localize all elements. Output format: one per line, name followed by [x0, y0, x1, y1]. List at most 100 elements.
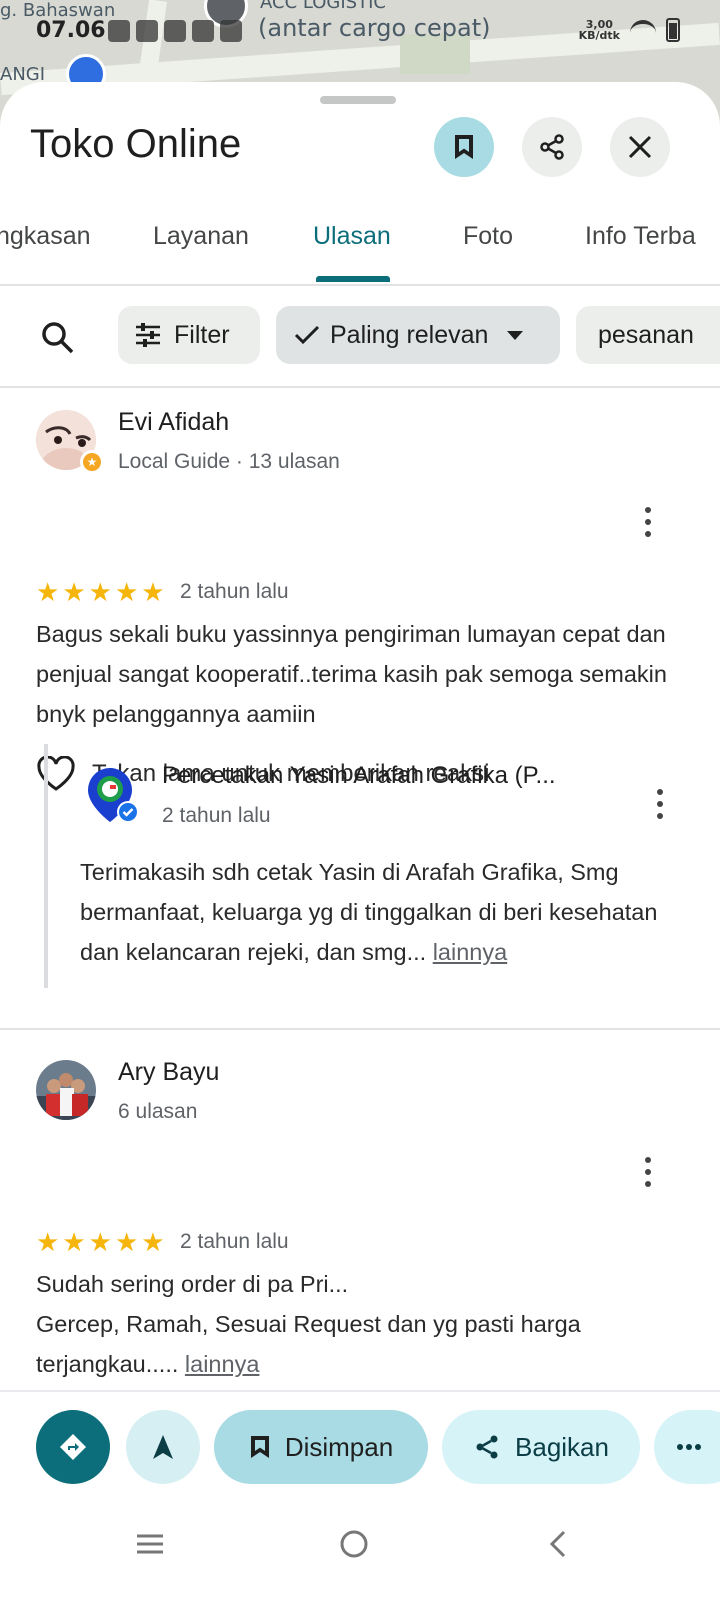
map-label: (antar cargo cepat) [258, 14, 491, 42]
review-date: 2 tahun lalu [180, 1230, 289, 1253]
system-nav-bar [0, 1500, 720, 1600]
review-more-options-button[interactable] [630, 500, 666, 544]
check-icon [294, 325, 320, 345]
owner-logo [84, 764, 142, 824]
notification-icons [108, 20, 242, 42]
star-icon: ★ [114, 1228, 139, 1258]
star-icon: ★ [36, 578, 60, 608]
status-bar: 07.06 (antar cargo cepat) 3,00 KB/dtk [0, 0, 720, 66]
home-button[interactable] [324, 1514, 384, 1574]
back-button[interactable] [528, 1514, 588, 1574]
more-horizontal-icon [677, 1444, 701, 1450]
network-speed: 3,00 KB/dtk [579, 19, 620, 41]
star-icon: ★ [62, 578, 86, 608]
owner-reply-date: 2 tahun lalu [162, 804, 271, 827]
tab-info-terbaru[interactable]: Info Terba [585, 222, 696, 251]
facebook-icon [108, 20, 130, 42]
saved-label: Disimpan [284, 1431, 394, 1462]
reviewer-name[interactable]: Ary Bayu [118, 1058, 219, 1087]
save-button[interactable] [434, 117, 494, 177]
owner-reply-text: Terimakasih sdh cetak Yasin di Arafah Gr… [80, 852, 690, 972]
directions-button[interactable] [36, 1410, 110, 1484]
review-card: ★ Evi Afidah Local Guide · 13 ulasan ★ ★… [0, 388, 720, 1028]
filter-chip[interactable]: Filter [118, 306, 260, 364]
navigation-arrow-icon [153, 1435, 173, 1459]
close-icon [628, 135, 652, 159]
topic-chip-pesanan[interactable]: pesanan [576, 306, 720, 364]
share-icon [540, 134, 564, 160]
drag-handle[interactable] [320, 96, 396, 104]
screenshot-icon [220, 20, 242, 42]
star-icon: ★ [36, 1228, 60, 1258]
star-icon: ★ [141, 1228, 165, 1258]
reply-more-options-button[interactable] [642, 782, 678, 826]
wifi-icon [630, 20, 656, 40]
topic-label: pesanan [598, 320, 694, 349]
star-icon: ★ [88, 578, 112, 608]
avatar[interactable] [36, 1060, 96, 1120]
more-link[interactable]: lainnya [433, 939, 507, 965]
share-button[interactable] [522, 117, 582, 177]
tab-foto[interactable]: Foto [463, 222, 513, 251]
review-filter-row: Filter Paling relevan pesanan [0, 288, 720, 388]
star-icon: ★ [88, 1228, 112, 1258]
review-text-line: Gercep, Ramah, Sesuai Request dan yg pas… [36, 1304, 686, 1384]
star-rating: ★ ★ ★ ★ ★ [36, 580, 165, 606]
business-logo-icon [88, 768, 139, 823]
owner-reply: Percetakan Yasin Arafah Grafika (P... 2 … [44, 744, 684, 988]
search-reviews-button[interactable] [38, 318, 82, 362]
review-text: Sudah sering order di pa Pri... Gercep, … [36, 1264, 686, 1384]
network-speed-unit: KB/dtk [578, 29, 620, 42]
review-date: 2 tahun lalu [180, 580, 289, 603]
tune-icon [136, 323, 160, 347]
sort-chip[interactable]: Paling relevan [276, 306, 560, 364]
battery-icon [666, 18, 680, 42]
bookmark-icon [250, 1436, 269, 1458]
close-button[interactable] [610, 117, 670, 177]
back-arrow-icon [549, 1530, 566, 1558]
share-action-button[interactable]: Bagikan [442, 1410, 640, 1484]
tab-layanan[interactable]: Layanan [153, 222, 249, 251]
mail-icon [136, 20, 158, 42]
recents-button[interactable] [120, 1514, 180, 1574]
review-text-line: Sudah sering order di pa Pri... [36, 1271, 349, 1297]
saved-button[interactable]: Disimpan [214, 1410, 428, 1484]
tab-ringkasan[interactable]: ngkasan [0, 222, 91, 251]
star-icon: ★ [62, 1228, 86, 1258]
chatgpt-icon [192, 20, 214, 42]
star-icon: ★ [114, 578, 139, 608]
directions-icon [60, 1434, 86, 1460]
active-tab-indicator [316, 276, 390, 282]
owner-name[interactable]: Percetakan Yasin Arafah Grafika (P... [162, 762, 556, 790]
review-text: Bagus sekali buku yassinnya pengiriman l… [36, 621, 667, 727]
share-label: Bagikan [515, 1431, 609, 1462]
app-icon [164, 20, 186, 42]
reviewer-name[interactable]: Evi Afidah [118, 408, 229, 437]
menu-icon [137, 1534, 163, 1554]
tab-bar: ngkasan Layanan Ulasan Foto Info Terba [0, 210, 720, 286]
reviewer-subtitle: 6 ulasan [118, 1100, 198, 1123]
star-icon: ★ [141, 578, 165, 608]
review-card: Ary Bayu 6 ulasan ★ ★ ★ ★ ★ 2 tahun lalu… [0, 1038, 720, 1438]
reviewer-subtitle: Local Guide · 13 ulasan [118, 450, 340, 473]
review-divider [0, 1028, 720, 1030]
start-navigation-button[interactable] [126, 1410, 200, 1484]
star-rating: ★ ★ ★ ★ ★ [36, 1230, 165, 1256]
search-icon [42, 322, 74, 354]
avatar-image [36, 1060, 96, 1120]
local-guide-badge: ★ [80, 450, 104, 474]
owner-reply-body: Terimakasih sdh cetak Yasin di Arafah Gr… [80, 859, 658, 965]
more-actions-button[interactable] [654, 1410, 720, 1484]
more-link[interactable]: lainnya [185, 1351, 259, 1377]
status-time: 07.06 [36, 18, 106, 43]
tab-ulasan[interactable]: Ulasan [313, 222, 391, 251]
home-circle-icon [340, 1530, 368, 1558]
review-more-options-button[interactable] [630, 1150, 666, 1194]
star-badge-icon: ★ [83, 453, 101, 471]
place-sheet: Toko Online ngkasan Layanan Ulasan Foto … [0, 82, 720, 1600]
bookmark-icon [455, 135, 473, 159]
status-right: 3,00 KB/dtk [579, 18, 680, 42]
place-title: Toko Online [30, 122, 242, 166]
share-icon [476, 1435, 498, 1459]
action-bar: Disimpan Bagikan [0, 1390, 720, 1500]
